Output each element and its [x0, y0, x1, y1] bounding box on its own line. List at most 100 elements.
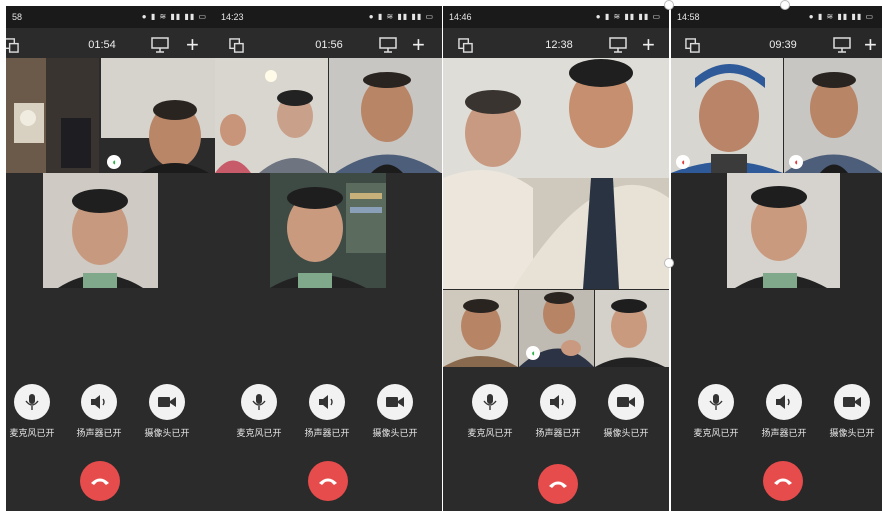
call-top-bar: 01:56 +	[215, 28, 442, 62]
call-timer: 01:56	[315, 39, 343, 51]
mic-label: 麦克风已开	[693, 428, 739, 438]
microphone-icon	[252, 394, 266, 410]
selection-handle	[664, 258, 674, 268]
video-call-collage: 58 ● ▮ ≋ ▮▮ ▮▮ ▭ 01:54 + ◖ 麦克风已开 扬声器已开 摄…	[0, 0, 882, 511]
add-participant-icon[interactable]: +	[642, 31, 655, 59]
hang-up-icon	[774, 478, 792, 485]
status-time: 14:46	[449, 12, 472, 22]
camera-label: 摄像头已开	[829, 428, 875, 438]
mic-toggle[interactable]: 麦克风已开	[229, 384, 289, 439]
status-icons: ● ▮ ≋ ▮▮ ▮▮ ▭	[368, 12, 434, 21]
status-bar: 14:58 ● ▮ ≋ ▮▮ ▮▮ ▭	[671, 6, 882, 28]
camera-icon	[386, 397, 404, 407]
screen-share-icon[interactable]	[833, 37, 851, 53]
video-tile-self[interactable]	[595, 290, 669, 367]
speaker-toggle[interactable]: 扬声器已开	[69, 384, 129, 439]
add-participant-icon[interactable]: +	[864, 31, 877, 59]
video-tile-participant-1[interactable]	[6, 58, 99, 173]
speaker-label: 扬声器已开	[761, 428, 807, 438]
window-switch-icon[interactable]	[6, 38, 19, 53]
hang-up-icon	[319, 478, 337, 485]
camera-toggle[interactable]: 摄像头已开	[596, 384, 656, 439]
call-timer: 12:38	[545, 39, 573, 51]
call-screen-2: 14:23 ● ▮ ≋ ▮▮ ▮▮ ▭ 01:56 + 麦克风已开 扬声器已开	[215, 6, 442, 511]
hang-up-button[interactable]	[308, 461, 348, 501]
call-screen-3: 14:46 ● ▮ ≋ ▮▮ ▮▮ ▭ 12:38 + ◖ 麦克风已开 扬声器已…	[443, 6, 669, 511]
mic-muted-icon: ◖	[789, 155, 803, 169]
status-bar: 58 ● ▮ ≋ ▮▮ ▮▮ ▭	[6, 6, 215, 28]
speaker-toggle[interactable]: 扬声器已开	[528, 384, 588, 439]
camera-toggle[interactable]: 摄像头已开	[365, 384, 425, 439]
speaker-icon	[776, 395, 790, 409]
video-tile-participant-1[interactable]	[215, 58, 328, 173]
speaker-toggle[interactable]: 扬声器已开	[297, 384, 357, 439]
speaker-label: 扬声器已开	[304, 428, 350, 438]
speaker-icon	[319, 395, 333, 409]
window-switch-icon[interactable]	[229, 38, 244, 53]
hang-up-icon	[91, 478, 109, 485]
call-top-bar: 09:39 +	[671, 28, 882, 62]
call-timer: 01:54	[88, 39, 116, 51]
camera-label: 摄像头已开	[603, 428, 649, 438]
hang-up-button[interactable]	[538, 464, 578, 504]
mic-toggle[interactable]: 麦克风已开	[686, 384, 746, 439]
selection-handle	[780, 0, 790, 10]
status-icons: ● ▮ ≋ ▮▮ ▮▮ ▭	[595, 12, 661, 21]
video-tile-participant-2[interactable]	[329, 58, 442, 173]
window-switch-icon[interactable]	[458, 38, 473, 53]
mic-label: 麦克风已开	[467, 428, 513, 438]
speaker-label: 扬声器已开	[76, 428, 122, 438]
video-tile-main[interactable]	[443, 58, 669, 289]
hang-up-button[interactable]	[80, 461, 120, 501]
call-top-bar: 12:38 +	[443, 28, 669, 62]
video-tile-self[interactable]	[43, 173, 158, 288]
camera-label: 摄像头已开	[372, 428, 418, 438]
screen-share-icon[interactable]	[151, 37, 169, 53]
camera-icon	[843, 397, 861, 407]
speaker-label: 扬声器已开	[535, 428, 581, 438]
status-icons: ● ▮ ≋ ▮▮ ▮▮ ▭	[808, 12, 874, 21]
video-tile-participant-1[interactable]	[443, 290, 518, 367]
camera-toggle[interactable]: 摄像头已开	[822, 384, 882, 439]
mic-active-icon: ◖	[107, 155, 121, 169]
mic-label: 麦克风已开	[9, 428, 55, 438]
status-time: 58	[12, 12, 23, 22]
screen-share-icon[interactable]	[609, 37, 627, 53]
mic-toggle[interactable]: 麦克风已开	[6, 384, 62, 439]
camera-icon	[617, 397, 635, 407]
video-tile-participant-2[interactable]: ◖	[784, 58, 882, 173]
status-time: 14:23	[221, 12, 244, 22]
microphone-icon	[483, 394, 497, 410]
screen-share-icon[interactable]	[379, 37, 397, 53]
video-tile-self[interactable]	[270, 173, 386, 288]
status-time: 14:58	[677, 12, 700, 22]
speaker-toggle[interactable]: 扬声器已开	[754, 384, 814, 439]
status-bar: 14:46 ● ▮ ≋ ▮▮ ▮▮ ▭	[443, 6, 669, 28]
video-tile-participant-2[interactable]: ◖	[519, 290, 594, 367]
call-timer: 09:39	[769, 39, 797, 51]
status-bar: 14:23 ● ▮ ≋ ▮▮ ▮▮ ▭	[215, 6, 442, 28]
call-screen-1: 58 ● ▮ ≋ ▮▮ ▮▮ ▭ 01:54 + ◖ 麦克风已开 扬声器已开 摄…	[6, 6, 215, 511]
microphone-icon	[25, 394, 39, 410]
status-icons: ● ▮ ≋ ▮▮ ▮▮ ▭	[141, 12, 207, 21]
call-top-bar: 01:54 +	[6, 28, 215, 62]
video-tile-participant-1[interactable]: ◖	[671, 58, 783, 173]
hang-up-button[interactable]	[763, 461, 803, 501]
speaker-icon	[91, 395, 105, 409]
camera-label: 摄像头已开	[144, 428, 190, 438]
speaker-icon	[550, 395, 564, 409]
video-tile-self[interactable]	[727, 173, 840, 288]
add-participant-icon[interactable]: +	[412, 31, 425, 59]
mic-muted-icon: ◖	[676, 155, 690, 169]
window-switch-icon[interactable]	[685, 38, 700, 53]
video-tile-participant-2[interactable]: ◖	[101, 58, 215, 173]
hang-up-icon	[549, 481, 567, 488]
call-screen-4: 14:58 ● ▮ ≋ ▮▮ ▮▮ ▭ 09:39 + ◖ ◖ 麦克风已开 扬声…	[671, 6, 882, 511]
selection-handle	[664, 0, 674, 10]
mic-active-icon: ◖	[526, 346, 540, 360]
camera-toggle[interactable]: 摄像头已开	[137, 384, 197, 439]
mic-toggle[interactable]: 麦克风已开	[460, 384, 520, 439]
camera-icon	[158, 397, 176, 407]
add-participant-icon[interactable]: +	[186, 31, 199, 59]
microphone-icon	[709, 394, 723, 410]
